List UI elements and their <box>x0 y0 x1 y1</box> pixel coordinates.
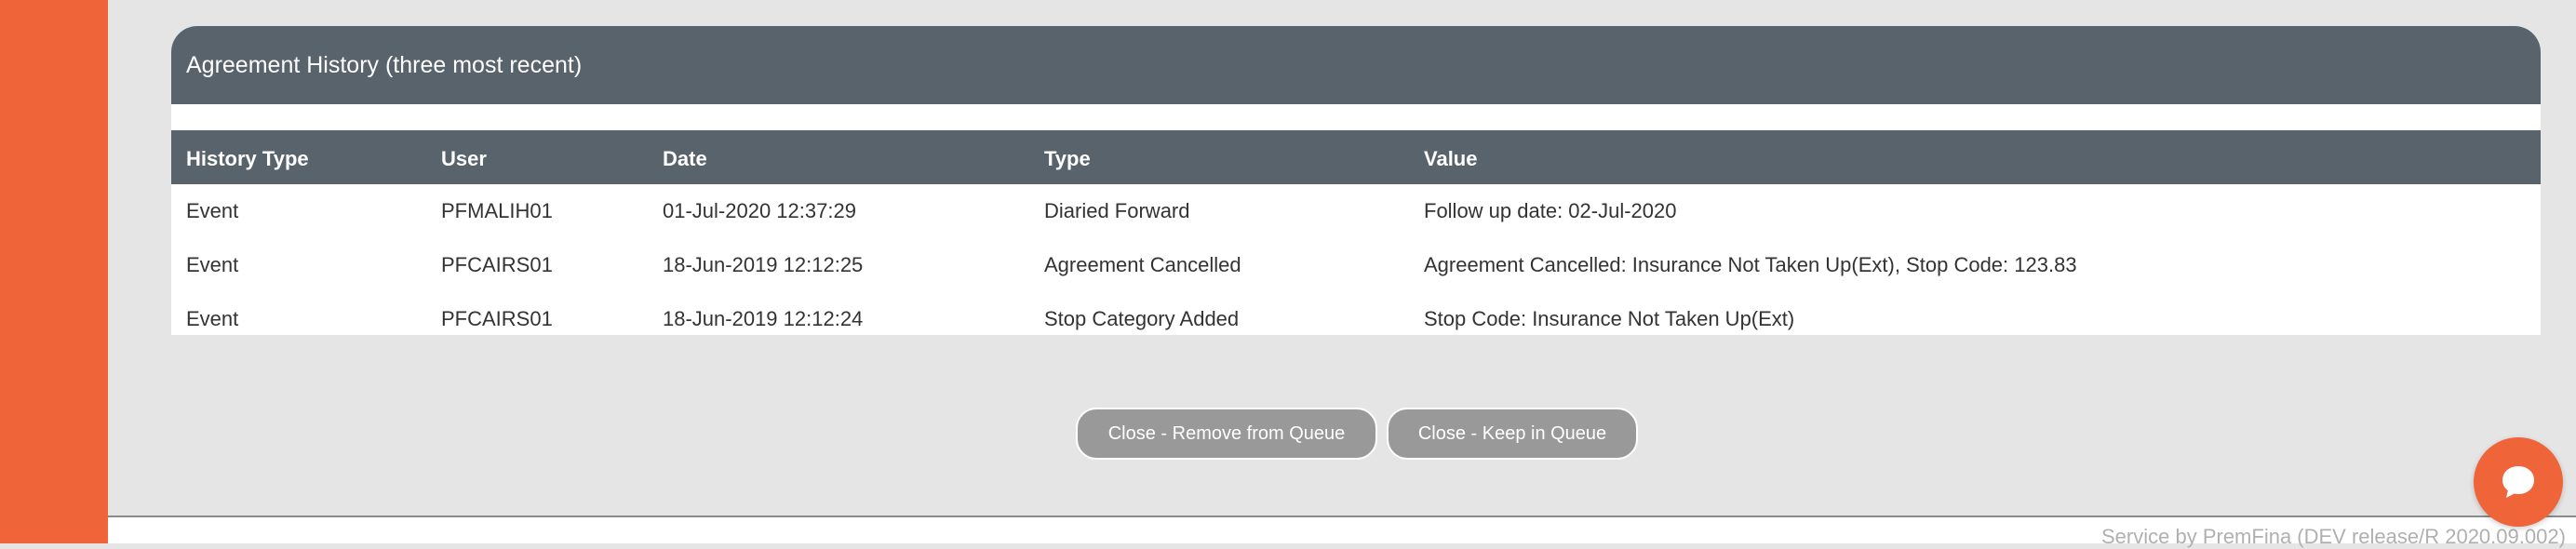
cell-type: Diaried Forward <box>1044 199 1190 222</box>
table-row: Event PFCAIRS01 18-Jun-2019 12:12:24 Sto… <box>171 292 2541 346</box>
cell-date: 01-Jul-2020 12:37:29 <box>663 199 856 222</box>
cell-date: 18-Jun-2019 12:12:25 <box>663 253 864 276</box>
table-row: Event PFMALIH01 01-Jul-2020 12:37:29 Dia… <box>171 184 2541 238</box>
cell-history-type: Event <box>186 253 239 276</box>
chat-icon <box>2502 466 2534 498</box>
history-table: History Type User Date Type Value Event … <box>171 130 2541 346</box>
cell-value: Agreement Cancelled: Insurance Not Taken… <box>1424 253 2077 276</box>
action-buttons: Close - Remove from Queue Close - Keep i… <box>1076 408 1638 460</box>
cell-type: Stop Category Added <box>1044 307 1240 330</box>
cell-date: 18-Jun-2019 12:12:24 <box>663 307 864 330</box>
cell-user: PFCAIRS01 <box>441 253 553 276</box>
panel-header: Agreement History (three most recent) <box>171 26 2541 130</box>
table-header-row: History Type User Date Type Value <box>171 130 2541 184</box>
cell-history-type: Event <box>186 199 239 222</box>
cell-history-type: Event <box>186 307 239 330</box>
left-brand-bar <box>0 0 108 543</box>
cell-value: Stop Code: Insurance Not Taken Up(Ext) <box>1424 307 1795 330</box>
cell-value: Follow up date: 02-Jul-2020 <box>1424 199 1677 222</box>
close-remove-from-queue-button[interactable]: Close - Remove from Queue <box>1076 408 1377 460</box>
column-header-date: Date <box>663 147 707 170</box>
panel-title: Agreement History (three most recent) <box>186 51 583 78</box>
column-header-type: Type <box>1044 147 1091 170</box>
column-header-user: User <box>441 147 487 170</box>
footer-service-text: Service by PremFina (DEV release/R 2020.… <box>2101 525 2566 548</box>
close-keep-in-queue-button[interactable]: Close - Keep in Queue <box>1387 408 1638 460</box>
chat-launcher-button[interactable] <box>2474 437 2563 527</box>
footer: Service by PremFina (DEV release/R 2020.… <box>108 517 2576 548</box>
column-header-value: Value <box>1424 147 1478 170</box>
table-row: Event PFCAIRS01 18-Jun-2019 12:12:25 Agr… <box>171 238 2541 292</box>
cell-user: PFMALIH01 <box>441 199 553 222</box>
column-header-history-type: History Type <box>186 147 309 170</box>
cell-user: PFCAIRS01 <box>441 307 553 330</box>
cell-type: Agreement Cancelled <box>1044 253 1241 276</box>
agreement-history-panel: Agreement History (three most recent) Hi… <box>171 26 2541 335</box>
